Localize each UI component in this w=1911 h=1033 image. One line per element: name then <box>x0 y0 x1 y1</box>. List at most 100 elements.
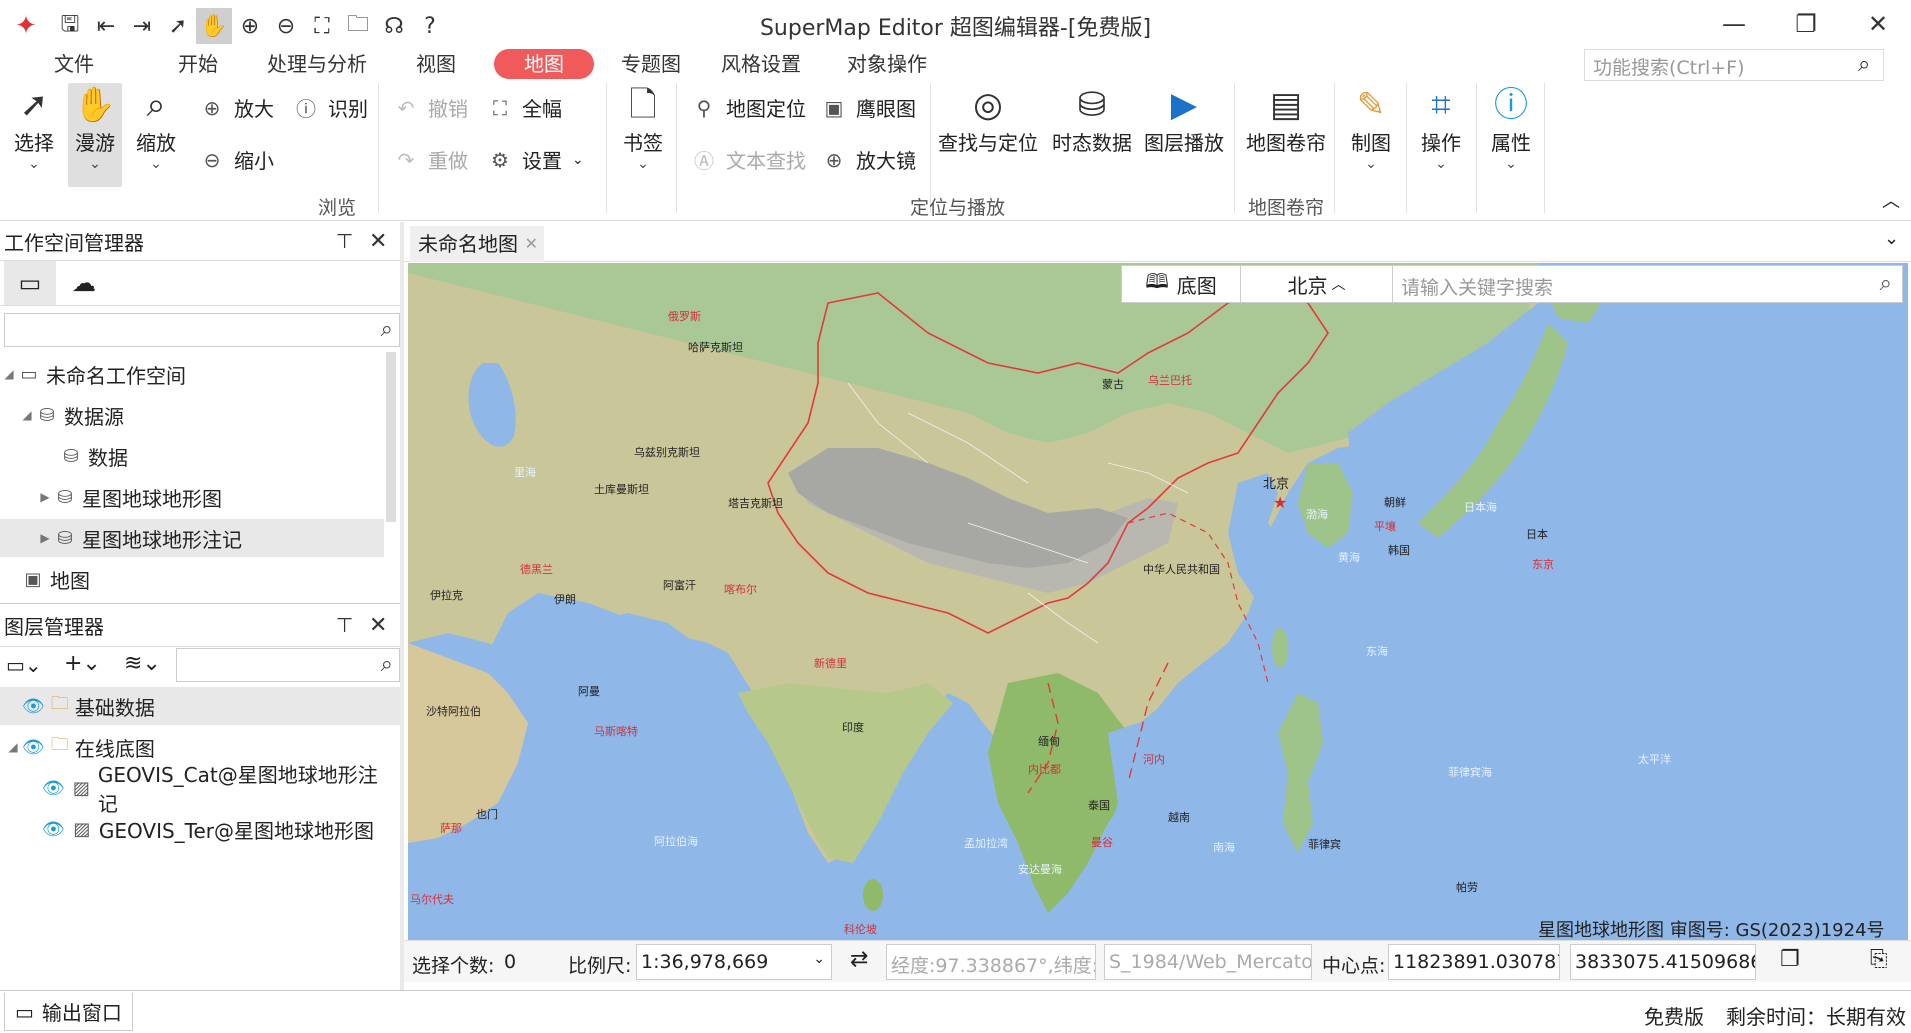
scrollbar[interactable] <box>386 352 396 522</box>
bookmark-button[interactable]: 🗋 书签 ⌄ <box>616 83 670 172</box>
tab-view[interactable]: 视图 <box>404 49 468 79</box>
map-locate-button[interactable]: ⚲ 地图定位 <box>692 93 806 122</box>
operation-button[interactable]: ⌗ 操作 ⌄ <box>1416 83 1466 172</box>
basemap-button[interactable]: 🕮 底图 <box>1121 265 1241 303</box>
swap-icon[interactable]: ⇄ <box>850 947 868 972</box>
expander-icon[interactable]: ◢ <box>0 367 18 381</box>
new-layer-group-icon[interactable]: ▭⌄ <box>6 653 42 677</box>
workspace-search-input[interactable]: ⌕ <box>4 313 400 347</box>
minimize-button[interactable]: — <box>1704 6 1764 42</box>
tab-start[interactable]: 开始 <box>166 49 230 79</box>
tab-map[interactable]: 地图 <box>494 49 594 79</box>
layers-icon[interactable]: ≋⌄ <box>124 651 161 676</box>
workspace-tree-icon[interactable]: ▭ <box>4 261 56 305</box>
full-extent-button[interactable]: ⛶ 全幅 <box>488 93 562 122</box>
expander-icon[interactable]: ▶ <box>36 531 54 545</box>
keyword-search-input[interactable]: 请输入关键字搜索 ⌕ <box>1393 265 1903 303</box>
save-icon[interactable]: 🖫 <box>52 8 88 44</box>
undo-button[interactable]: ↶ 撤销 <box>394 93 468 122</box>
pan-button[interactable]: ✋ 漫游 ⌄ <box>68 83 122 187</box>
identify-button[interactable]: ⓘ 识别 <box>294 93 368 122</box>
output-window-tab[interactable]: ▭ 输出窗口 <box>4 993 133 1031</box>
tab-analysis[interactable]: 处理与分析 <box>262 49 372 79</box>
close-button[interactable]: ✕ <box>1848 6 1908 42</box>
group-label-locate: 定位与播放 <box>910 197 1006 219</box>
scale-combobox[interactable]: 1:36,978,669 ⌄ <box>636 944 832 980</box>
visibility-eye-icon[interactable]: 👁 <box>42 819 65 840</box>
drawing-button[interactable]: ✎ 制图 ⌄ <box>1346 83 1396 172</box>
close-icon[interactable]: ✕ <box>369 613 387 638</box>
redo-button[interactable]: ↷ 重做 <box>394 145 468 174</box>
layer-search-input[interactable]: ⌕ <box>176 648 400 682</box>
cloud-icon[interactable]: ☁ <box>72 269 96 297</box>
tree-row-datasources[interactable]: ◢ ⛁ 数据源 <box>0 396 384 434</box>
zoom-button[interactable]: ⌕ 缩放 ⌄ <box>130 83 182 172</box>
function-search-input[interactable]: 功能搜索(Ctrl+F) <box>1584 49 1884 81</box>
layer-play-button[interactable]: ▶ 图层播放 <box>1144 83 1224 156</box>
chevron-down-icon[interactable]: ⌄ <box>1884 228 1899 249</box>
folder-icon[interactable]: 🗀 <box>340 8 376 44</box>
find-locate-button[interactable]: ◎ 查找与定位 <box>938 83 1038 156</box>
zoom-in-button[interactable]: ⊕ 放大 <box>200 93 274 122</box>
map-canvas[interactable]: 俄罗斯 哈萨克斯坦 蒙古 乌兰巴托 乌兹别克斯坦 土库曼斯坦 塔吉克斯坦 阿富汗… <box>408 263 1908 940</box>
text-find-button[interactable]: Ⓐ 文本查找 <box>692 145 806 174</box>
tree-label: 地图 <box>50 568 90 593</box>
map-document-tab[interactable]: 未命名地图 ✕ <box>410 226 544 262</box>
eagle-eye-button[interactable]: ▣ 鹰眼图 <box>822 93 916 122</box>
tree-row-datasource-udx[interactable]: ⛁ 数据 <box>0 437 384 475</box>
center-y-field[interactable]: 3833075.415096866 <box>1570 944 1756 980</box>
chevron-down-icon: ⌄ <box>637 156 649 172</box>
paste-icon[interactable]: ⎘ <box>1870 947 1888 972</box>
expander-icon[interactable]: ◢ <box>18 408 36 422</box>
panel-splitter[interactable] <box>400 222 404 990</box>
collapse-ribbon-icon[interactable]: ︿ <box>1882 187 1900 213</box>
tree-row-datasource-terrain[interactable]: ▶ ⛁ 星图地球地形图 <box>0 478 384 516</box>
full-extent-icon[interactable]: ⛶ <box>304 8 340 44</box>
pin-icon[interactable]: ⊤ <box>336 229 353 253</box>
temporal-data-button[interactable]: ⛁ 时态数据 <box>1052 83 1132 156</box>
layer-row-base-data[interactable]: 👁 🗀 基础数据 <box>0 687 400 725</box>
expander-icon[interactable]: ▶ <box>36 490 54 504</box>
zoom-out-icon[interactable]: ⊖ <box>268 8 304 44</box>
tab-object-ops[interactable]: 对象操作 <box>830 49 944 79</box>
pan-tool-icon[interactable]: ✋ <box>196 8 232 44</box>
zoom-out-button[interactable]: ⊖ 缩小 <box>200 145 274 174</box>
add-layer-icon[interactable]: +⌄ <box>64 651 101 676</box>
search-icon[interactable]: ⌕ <box>1858 52 1870 77</box>
tab-file[interactable]: 文件 <box>42 49 106 79</box>
expander-icon[interactable]: ◢ <box>4 740 22 754</box>
export-icon[interactable]: ⇥ <box>124 8 160 44</box>
tree-row-datasource-annotation[interactable]: ▶ ⛁ 星图地球地形注记 <box>0 519 384 557</box>
layer-row-geovis-cat[interactable]: 👁 ▨ GEOVIS_Cat@星图地球地形注记 <box>0 763 384 816</box>
magnifier-button[interactable]: ⊕ 放大镜 <box>822 145 916 174</box>
map-label-maldives: 马尔代夫 <box>410 893 454 906</box>
layer-row-geovis-ter[interactable]: 👁 ▨ GEOVIS_Ter@星图地球地形图 <box>0 810 384 848</box>
tab-style[interactable]: 风格设置 <box>718 49 804 79</box>
close-tab-icon[interactable]: ✕ <box>525 226 538 262</box>
help-icon[interactable]: ? <box>412 8 448 44</box>
select-tool-icon[interactable]: ➚ <box>160 8 196 44</box>
map-swipe-button[interactable]: ▤ 地图卷帘 <box>1246 83 1326 156</box>
center-x-field[interactable]: 11823891.030787354 <box>1388 944 1560 980</box>
visibility-eye-icon[interactable]: 👁 <box>22 696 45 717</box>
visibility-eye-icon[interactable]: 👁 <box>42 778 65 799</box>
tree-row-maps[interactable]: ▣ 地图 <box>0 560 384 598</box>
search-icon[interactable]: ⌕ <box>1880 271 1892 296</box>
select-button[interactable]: ➚ 选择 ⌄ <box>8 83 60 172</box>
copy-icon[interactable]: ❐ <box>1780 947 1800 972</box>
headset-icon[interactable]: ☊ <box>376 8 412 44</box>
settings-button[interactable]: ⚙ 设置 ⌄ <box>488 145 584 174</box>
app-logo-icon[interactable]: ✦ <box>0 8 52 44</box>
tree-row-workspace[interactable]: ◢ ▭ 未命名工作空间 <box>0 355 384 393</box>
open-workspace-icon[interactable]: ⇤ <box>88 8 124 44</box>
pin-icon[interactable]: ⊤ <box>336 613 353 637</box>
visibility-eye-icon[interactable]: 👁 <box>22 737 45 758</box>
city-selector[interactable]: 北京 ︿ <box>1241 265 1393 303</box>
close-icon[interactable]: ✕ <box>369 229 387 254</box>
zoom-in-icon[interactable]: ⊕ <box>232 8 268 44</box>
map-label-pyongyang: 平壤 <box>1374 519 1396 533</box>
tab-thematic[interactable]: 专题图 <box>618 49 684 79</box>
chevron-down-icon: ⌄ <box>813 951 825 967</box>
restore-button[interactable]: ❐ <box>1776 6 1836 42</box>
properties-button[interactable]: ⓘ 属性 ⌄ <box>1486 83 1536 172</box>
